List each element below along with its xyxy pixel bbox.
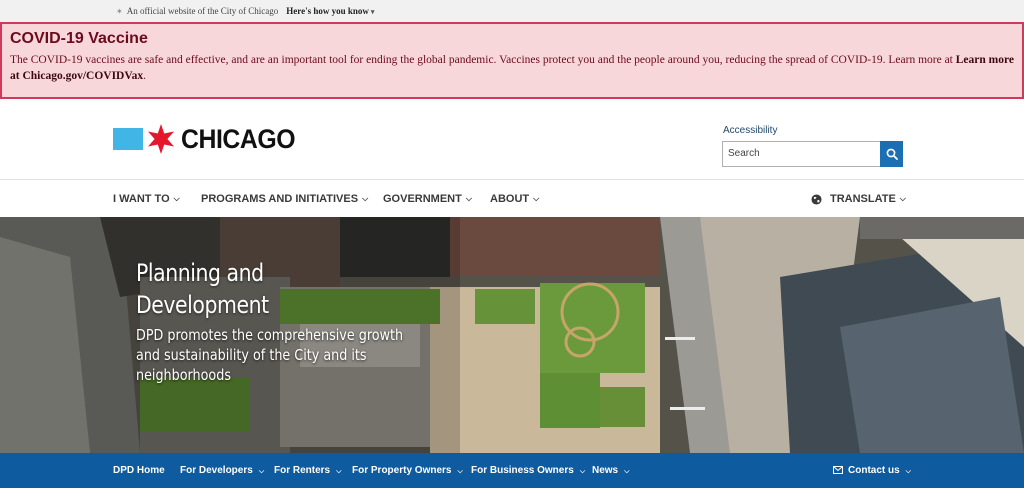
accessibility-link[interactable]: Accessibility [723, 125, 777, 136]
logo-wordmark: CHICAGO [181, 123, 296, 154]
subnav-dpd-home[interactable]: DPD Home [113, 453, 165, 488]
translate-label: TRANSLATE [830, 193, 896, 205]
nav-label: GOVERNMENT [383, 193, 462, 205]
heres-how-you-know-link[interactable]: Here's how you know ▾ [286, 6, 374, 16]
covid-alert: COVID-19 Vaccine The COVID-19 vaccines a… [0, 22, 1024, 99]
globe-icon [811, 194, 822, 205]
hero-banner: Planning and Development DPD promotes th… [0, 217, 1024, 453]
subnav-for-developers[interactable]: For Developers ⌵ [180, 453, 264, 488]
nav-i-want-to[interactable]: I WANT TO ⌵ [113, 180, 180, 218]
chevron-down-icon: ⌵ [624, 468, 630, 475]
chevron-down-icon: ⌵ [533, 194, 540, 203]
star-icon: ✶ [116, 6, 123, 16]
alert-body-text: The COVID-19 vaccines are safe and effec… [10, 54, 953, 66]
subnav-for-renters[interactable]: For Renters ⌵ [274, 453, 341, 488]
subnav-for-business-owners[interactable]: For Business Owners ⌵ [471, 453, 585, 488]
subnav-label: For Renters [274, 465, 331, 476]
chevron-down-icon: ⌵ [465, 194, 472, 203]
six-pointed-star-icon [148, 124, 174, 154]
chevron-down-icon: ⌵ [457, 468, 463, 475]
chevron-down-icon: ⌵ [579, 468, 586, 475]
chevron-down-icon: ▾ [370, 8, 375, 16]
subnav-label: For Property Owners [352, 465, 452, 476]
subnav-label: DPD Home [113, 465, 165, 476]
main-navigation: I WANT TO ⌵ PROGRAMS AND INITIATIVES ⌵ GOV… [0, 179, 1024, 217]
chevron-down-icon: ⌵ [173, 194, 180, 203]
official-website-text: An official website of the City of Chica… [126, 6, 279, 16]
page-subtitle: DPD promotes the comprehensive growth an… [136, 326, 404, 384]
chevron-down-icon: ⌵ [899, 194, 906, 203]
hero-text: Planning and Development DPD promotes th… [136, 257, 466, 385]
department-navigation: DPD Home For Developers ⌵ For Renters ⌵ Fo… [0, 453, 1024, 488]
subnav-for-property-owners[interactable]: For Property Owners ⌵ [352, 453, 463, 488]
nav-label: ABOUT [490, 193, 530, 205]
search-button[interactable] [880, 141, 903, 167]
translate-button[interactable]: TRANSLATE ⌵ [811, 180, 906, 218]
mail-icon [833, 466, 843, 475]
alert-body: The COVID-19 vaccines are safe and effec… [10, 52, 1014, 84]
nav-programs-and-initiatives[interactable]: PROGRAMS AND INITIATIVES ⌵ [201, 180, 368, 218]
chevron-down-icon: ⌵ [336, 468, 342, 475]
subnav-label: News [592, 465, 619, 476]
site-header: CHICAGO Accessibility Search [0, 99, 1024, 179]
chevron-down-icon: ⌵ [258, 468, 265, 475]
nav-label: PROGRAMS AND INITIATIVES [201, 193, 359, 205]
chevron-down-icon: ⌵ [905, 468, 911, 475]
alert-title: COVID-19 Vaccine [10, 30, 148, 47]
subnav-label: For Developers [180, 465, 253, 476]
chevron-down-icon: ⌵ [362, 194, 369, 203]
alert-body-end: . [143, 70, 146, 82]
contact-us-link[interactable]: Contact us ⌵ [833, 453, 911, 488]
search-icon [886, 148, 898, 160]
page-title: Planning and Development [136, 259, 269, 319]
nav-label: I WANT TO [113, 193, 170, 205]
heres-how-you-know-label: Here's how you know [286, 6, 369, 16]
chicago-logo[interactable]: CHICAGO [113, 123, 305, 155]
nav-government[interactable]: GOVERNMENT ⌵ [383, 180, 472, 218]
flag-stripe-icon [113, 128, 143, 150]
nav-about[interactable]: ABOUT ⌵ [490, 180, 539, 218]
official-website-banner: ✶ An official website of the City of Chi… [0, 0, 1024, 22]
subnav-label: For Business Owners [471, 465, 574, 476]
search-input[interactable]: Search [722, 141, 881, 167]
contact-us-label: Contact us [848, 465, 900, 476]
subnav-news[interactable]: News ⌵ [592, 453, 629, 488]
